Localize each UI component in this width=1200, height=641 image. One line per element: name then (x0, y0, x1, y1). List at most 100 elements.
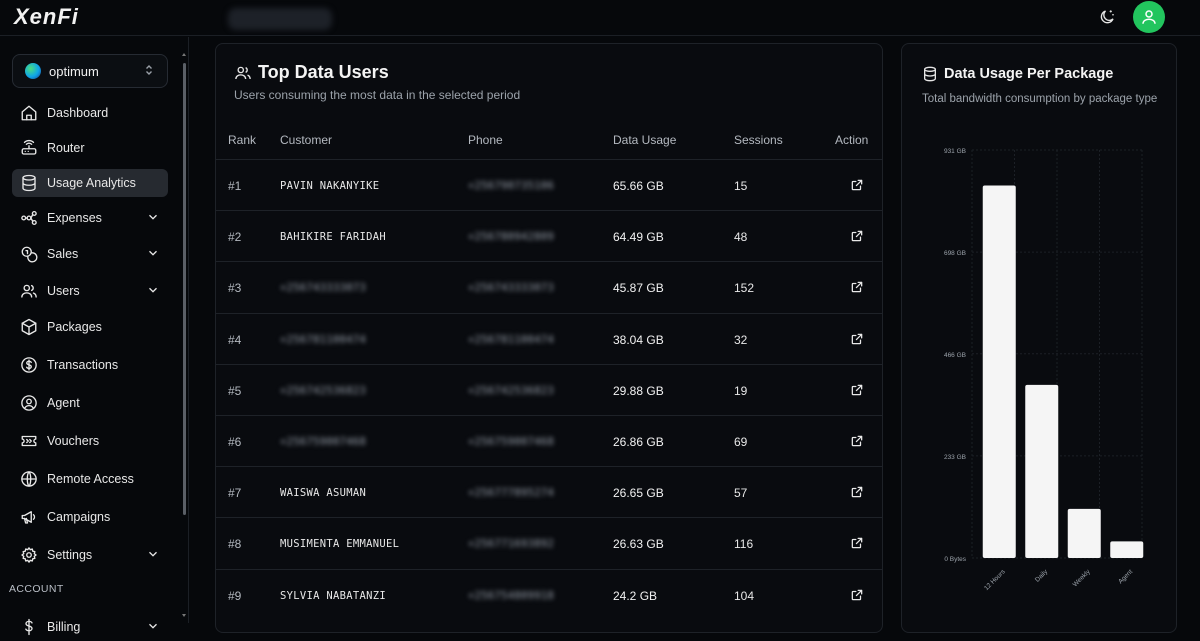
external-link-icon[interactable] (850, 536, 864, 550)
sidebar-item-packages[interactable]: Packages (12, 313, 168, 341)
users-icon (19, 281, 39, 301)
phone-cell: +256781100474 (468, 333, 555, 346)
table-row[interactable]: #7 WAISWA ASUMAN +256777895274 26.65 GB 57 (216, 466, 882, 517)
x-tick-label: Agent (1117, 568, 1134, 585)
chart-bar[interactable] (1067, 508, 1101, 558)
megaphone-icon (19, 507, 39, 527)
column-header-rank[interactable]: Rank (228, 133, 256, 147)
table-row[interactable]: #2 BAHIKIRE FARIDAH +256780942809 64.49 GB 4… (216, 210, 882, 261)
sidebar-item-label: Vouchers (47, 434, 100, 448)
sidebar-item-expenses[interactable]: Expenses (12, 204, 168, 232)
sidebar-item-label: Campaigns (47, 510, 111, 524)
dollar-sign-icon (19, 617, 39, 637)
top-bar: XenFi (0, 0, 1200, 36)
y-tick-label: 931 GB (944, 148, 966, 155)
column-header-data-usage[interactable]: Data Usage (613, 133, 676, 147)
customer-cell: +256759007468 (280, 436, 367, 448)
external-link-icon[interactable] (850, 588, 864, 602)
x-tick-label: 12 Hours (983, 568, 1007, 592)
workspace-switcher[interactable]: optimum (12, 54, 168, 88)
phone-cell: +256743333073 (468, 282, 555, 295)
sidebar-item-label: Packages (47, 320, 102, 334)
sidebar-item-billing[interactable]: Billing (12, 613, 168, 641)
sidebar-scroll-thumb[interactable] (183, 63, 186, 515)
ticket-icon (19, 431, 39, 451)
sidebar-item-dashboard[interactable]: Dashboard (12, 99, 168, 127)
column-header-phone[interactable]: Phone (468, 133, 503, 147)
data-usage-cell: 45.87 GB (613, 281, 664, 296)
data-usage-cell: 24.2 GB (613, 588, 658, 603)
phone-cell: +256771693892 (468, 538, 555, 551)
sidebar-item-label: Usage Analytics (47, 176, 136, 190)
gear-icon (19, 545, 39, 565)
table-row[interactable]: #6 +256759007468 +256759007468 26.86 GB 69 (216, 415, 882, 466)
sidebar-item-sales[interactable]: Sales (12, 240, 168, 268)
sessions-cell: 19 (734, 383, 748, 398)
chevron-down-icon (146, 619, 160, 638)
data-usage-cell: 26.86 GB (613, 435, 664, 449)
sessions-cell: 48 (734, 230, 748, 245)
sidebar-item-label: Agent (47, 396, 80, 410)
rank-cell: #2 (228, 230, 242, 245)
table-row[interactable]: #9 SYLVIA NABATANZI +256754809918 24.2 GB 10… (216, 568, 882, 620)
sidebar-item-usage-analytics[interactable]: Usage Analytics (12, 169, 168, 197)
user-icon (1142, 10, 1156, 24)
sidebar-item-users[interactable]: Users (12, 277, 168, 305)
external-link-icon[interactable] (850, 280, 864, 294)
table-row[interactable]: #4 +256781100474 +256781100474 38.04 GB 32 (216, 312, 882, 364)
column-header-action[interactable]: Action (835, 133, 868, 147)
theme-toggle-button[interactable] (1096, 6, 1118, 28)
sidebar-item-router[interactable]: Router (12, 134, 168, 162)
app-logo[interactable]: XenFi (14, 4, 79, 30)
sidebar-item-transactions[interactable]: Transactions (12, 351, 168, 379)
sidebar-item-label: Sales (47, 247, 79, 261)
chevron-down-icon (146, 210, 160, 229)
sidebar-item-label: Remote Access (47, 472, 134, 486)
phone-cell: +256742536823 (468, 384, 555, 397)
external-link-icon[interactable] (850, 383, 864, 397)
table-row[interactable]: #1 PAVIN NAKANYIKE +256790735106 65.66 GB 15 (216, 159, 882, 210)
sidebar-item-label: Expenses (47, 211, 102, 225)
chevron-up-down-icon (145, 64, 153, 79)
package-icon (19, 317, 39, 337)
table-row[interactable]: #8 MUSIMENTA EMMANUEL +256771693892 26.63 G… (216, 517, 882, 568)
column-header-customer[interactable]: Customer (280, 133, 332, 147)
sidebar-item-campaigns[interactable]: Campaigns (12, 503, 168, 531)
x-tick-label: Daily (1034, 568, 1050, 584)
sidebar-item-label: Billing (47, 620, 81, 634)
user-avatar-button[interactable] (1133, 1, 1165, 33)
sidebar-item-label: Router (47, 141, 85, 155)
column-header-sessions[interactable]: Sessions (734, 133, 783, 147)
chart-bar[interactable] (1025, 384, 1059, 558)
table-row[interactable]: #5 +256742536823 +256742536823 29.88 GB 19 (216, 363, 882, 415)
sidebar-item-remote-access[interactable]: Remote Access (12, 465, 168, 493)
external-link-icon[interactable] (850, 485, 864, 499)
rank-cell: #5 (228, 383, 242, 398)
data-usage-cell: 65.66 GB (613, 179, 664, 193)
dollar-circle-icon (19, 355, 39, 375)
chart-bar[interactable] (1110, 541, 1144, 558)
external-link-icon[interactable] (850, 434, 864, 448)
rank-cell: #6 (228, 435, 242, 449)
data-usage-per-package-card: Data Usage Per Package Total bandwidth c… (901, 43, 1177, 633)
sessions-cell: 116 (734, 537, 754, 552)
chevron-down-icon (146, 547, 160, 566)
table-row[interactable]: #3 +256743333073 +256743333073 45.87 GB 152 (216, 261, 882, 312)
workspace-name: optimum (49, 63, 99, 79)
sidebar-item-label: Users (47, 284, 80, 298)
external-link-icon[interactable] (850, 178, 864, 192)
sidebar-item-agent[interactable]: Agent (12, 389, 168, 417)
y-tick-label: 698 GB (944, 250, 966, 257)
external-link-icon[interactable] (850, 229, 864, 243)
external-link-icon[interactable] (850, 332, 864, 346)
data-usage-cell: 26.65 GB (613, 486, 664, 501)
globe-icon (19, 469, 39, 489)
top-data-users-card: Top Data Users Users consuming the most … (215, 43, 883, 633)
chevron-down-icon (146, 283, 160, 302)
chart-bar[interactable] (982, 185, 1016, 558)
sidebar-item-settings[interactable]: Settings (12, 541, 168, 569)
section-label-account: ACCOUNT (9, 583, 64, 595)
sessions-cell: 69 (734, 435, 748, 449)
blurred-page-title (228, 8, 332, 30)
sidebar-item-vouchers[interactable]: Vouchers (12, 427, 168, 455)
